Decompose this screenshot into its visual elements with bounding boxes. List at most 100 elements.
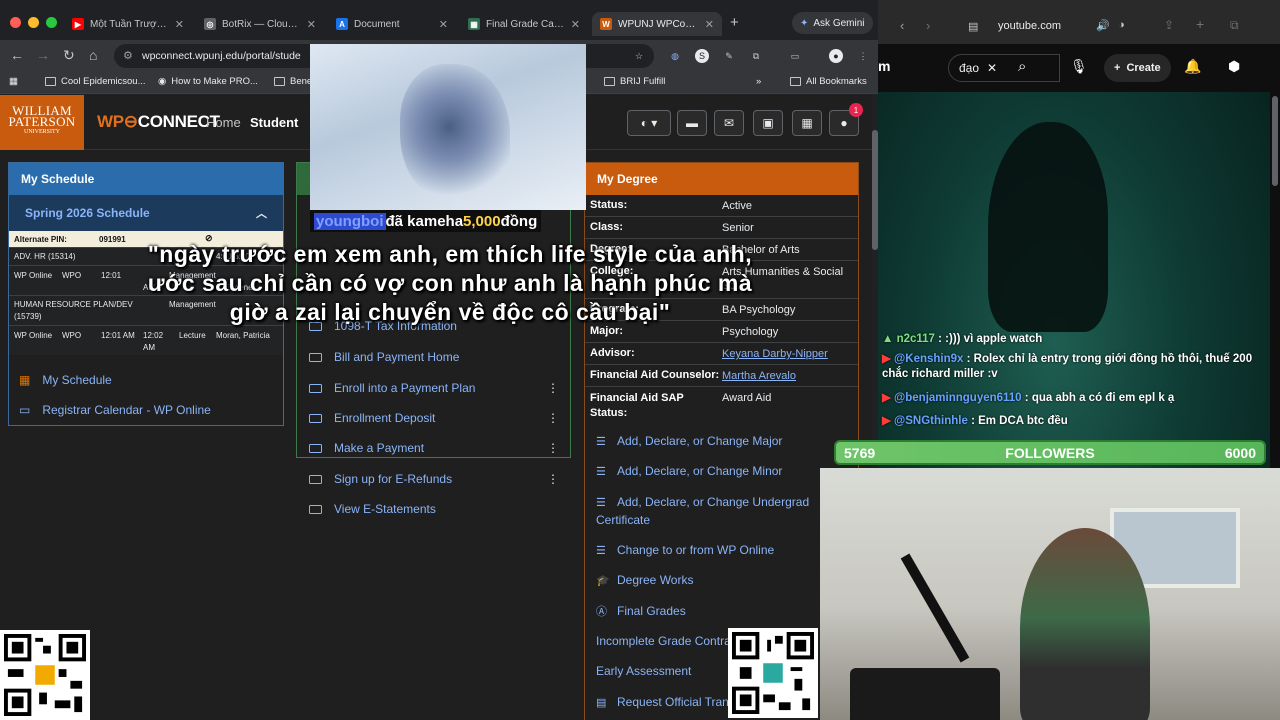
- back-icon[interactable]: ‹: [900, 18, 904, 33]
- chat-button[interactable]: ▬: [677, 110, 707, 136]
- registrar-calendar-link[interactable]: ▭ Registrar Calendar - WP Online: [9, 395, 283, 425]
- degree-row: Financial Aid Counselor: Martha Arevalo: [585, 365, 858, 387]
- extensions-puzzle-icon[interactable]: ⧉: [749, 49, 763, 63]
- theme-toggle-button[interactable]: ◐ ▾: [627, 110, 671, 136]
- row-value: Senior: [722, 222, 754, 234]
- degree-link[interactable]: Ⓐ Final Grades: [596, 603, 821, 621]
- wpu-logo[interactable]: WILLIAM PATERSON UNIVERSITY: [0, 95, 84, 150]
- yt-logo-fragment[interactable]: m: [878, 58, 890, 74]
- create-button[interactable]: + Create: [1104, 54, 1171, 82]
- search-icon[interactable]: ⌕: [1018, 58, 1026, 75]
- plus-icon: +: [1114, 62, 1121, 74]
- home-icon[interactable]: ⌂: [89, 47, 97, 63]
- credit-card-icon: [309, 352, 322, 362]
- tab-wpconnect[interactable]: W WPUNJ WPConnect ✕: [592, 12, 722, 36]
- notifications-bell-icon[interactable]: 🔔: [1184, 58, 1201, 75]
- account-icon[interactable]: ⬢: [1228, 58, 1240, 75]
- row-value: Active: [722, 200, 752, 212]
- close-tab-icon[interactable]: ✕: [175, 18, 184, 31]
- forward-icon[interactable]: →: [36, 47, 50, 63]
- link-label: View E-Statements: [334, 502, 436, 516]
- bookmark-item[interactable]: Bene: [274, 76, 312, 87]
- share-icon[interactable]: ⇪: [1164, 18, 1174, 32]
- microphone-icon[interactable]: 🎙: [1070, 58, 1088, 75]
- apps-button[interactable]: ▦: [792, 110, 822, 136]
- credit-card-icon: [309, 413, 322, 423]
- course-instructor: Moran, Patricia: [216, 331, 270, 340]
- degree-link[interactable]: ☰ Add, Declare, or Change Undergrad Certi…: [596, 494, 821, 529]
- close-tab-icon[interactable]: ✕: [705, 18, 714, 31]
- more-options-icon[interactable]: ⋮: [547, 472, 559, 486]
- payment-link[interactable]: Sign up for E-Refunds ⋮: [309, 468, 559, 490]
- degree-link[interactable]: ☰ Add, Declare, or Change Minor: [596, 463, 821, 481]
- new-tab-icon[interactable]: +: [730, 14, 739, 31]
- close-window-button[interactable]: [10, 17, 21, 28]
- degree-link[interactable]: 🎓 Degree Works: [596, 572, 821, 590]
- my-schedule-link[interactable]: ▦ My Schedule: [9, 365, 283, 395]
- extension-pen-icon[interactable]: ✎: [722, 49, 736, 63]
- course-title: ADV. HR (15314): [14, 252, 76, 261]
- yt-url[interactable]: youtube.com: [998, 20, 1061, 32]
- forward-icon[interactable]: ›: [926, 18, 930, 33]
- profile-icon[interactable]: ●: [829, 49, 843, 63]
- bookmark-item[interactable]: ◉ How to Make PRO...: [158, 76, 258, 87]
- tab-document[interactable]: A Document ✕: [328, 12, 456, 36]
- chat-user: @benjaminnguyen6110: [894, 392, 1022, 404]
- extension-audio-icon[interactable]: ◍: [668, 49, 682, 63]
- tab-botrix[interactable]: ◎ BotRix — Cloud Str ✕: [196, 12, 324, 36]
- counselor-link[interactable]: Martha Arevalo: [722, 369, 857, 383]
- tab-overview-icon[interactable]: ⧉: [1230, 18, 1239, 33]
- cast-icon[interactable]: ▭: [788, 49, 802, 63]
- tab-youtube[interactable]: ▶ Một Tuần Trượt Dài ✕: [64, 12, 192, 36]
- extension-s-icon[interactable]: S: [695, 49, 709, 63]
- close-tab-icon[interactable]: ✕: [307, 18, 316, 31]
- more-bookmarks-icon[interactable]: »: [756, 76, 761, 87]
- table-row[interactable]: WP Online WPO 12:01 AM 12:02 AM Lecture …: [9, 325, 283, 355]
- yt-tab-bar: ‹ › ▤ youtube.com 🔊 ◑ ⇪ + ⧉: [878, 0, 1280, 44]
- bookmark-item[interactable]: BRIJ Fulfill: [604, 76, 665, 87]
- degree-link[interactable]: ☰ Add, Declare, or Change Major: [596, 433, 821, 451]
- gemini-label: Ask Gemini: [813, 17, 865, 29]
- privacy-icon[interactable]: ◑: [1118, 19, 1125, 31]
- close-tab-icon[interactable]: ✕: [439, 18, 448, 31]
- chevron-up-icon[interactable]: ︿: [256, 205, 267, 221]
- reload-icon[interactable]: ↻: [63, 47, 75, 64]
- bookmark-item[interactable]: Cool Epidemicsou...: [45, 76, 145, 87]
- audio-playing-icon[interactable]: 🔊: [1096, 19, 1110, 32]
- all-bookmarks[interactable]: All Bookmarks: [790, 76, 867, 87]
- tab-grade-calculator[interactable]: ▦ Final Grade Calcula ✕: [460, 12, 588, 36]
- more-options-icon[interactable]: ⋮: [547, 381, 559, 395]
- folder-icon: [45, 77, 56, 86]
- degree-link[interactable]: ☰ Change to or from WP Online: [596, 542, 821, 560]
- ask-gemini-button[interactable]: ✦ Ask Gemini: [792, 12, 873, 34]
- mail-button[interactable]: ✉: [714, 110, 744, 136]
- close-tab-icon[interactable]: ✕: [571, 18, 580, 31]
- payment-link[interactable]: Enroll into a Payment Plan ⋮: [309, 377, 559, 399]
- semester-accordion[interactable]: Spring 2026 Schedule ︿: [9, 195, 283, 231]
- nav-student[interactable]: Student: [250, 115, 298, 130]
- wpconnect-logo[interactable]: WP⊖CONNECT: [97, 112, 220, 132]
- zoom-window-button[interactable]: [46, 17, 57, 28]
- new-tab-icon[interactable]: +: [1196, 16, 1204, 32]
- minimize-window-button[interactable]: [28, 17, 39, 28]
- more-options-icon[interactable]: ⋮: [547, 441, 559, 455]
- browser-menu-icon[interactable]: ⋮: [856, 49, 870, 63]
- payment-link[interactable]: Enrollment Deposit ⋮: [309, 407, 559, 429]
- row-key: Advisor:: [590, 347, 635, 359]
- apps-grid-icon[interactable]: ▦: [9, 76, 18, 87]
- payment-link[interactable]: View E-Statements: [309, 498, 559, 520]
- payment-link[interactable]: Make a Payment ⋮: [309, 437, 559, 459]
- back-icon[interactable]: ←: [10, 47, 24, 63]
- site-settings-icon[interactable]: ⚙: [123, 49, 133, 62]
- page-settings-icon[interactable]: ▤: [968, 20, 978, 33]
- payment-link[interactable]: Bill and Payment Home: [309, 346, 559, 368]
- calendar-button[interactable]: ▣: [753, 110, 783, 136]
- bookmark-star-icon[interactable]: ☆: [632, 49, 646, 63]
- nav-home[interactable]: Home: [206, 115, 241, 130]
- clear-search-icon[interactable]: ✕: [987, 61, 997, 75]
- more-options-icon[interactable]: ⋮: [547, 411, 559, 425]
- search-input[interactable]: đạo ✕: [948, 54, 1060, 82]
- chat-user: @Kenshin9x: [894, 353, 964, 365]
- advisor-link[interactable]: Keyana Darby-Nipper: [722, 347, 857, 361]
- yt-scrollbar[interactable]: [1272, 96, 1278, 186]
